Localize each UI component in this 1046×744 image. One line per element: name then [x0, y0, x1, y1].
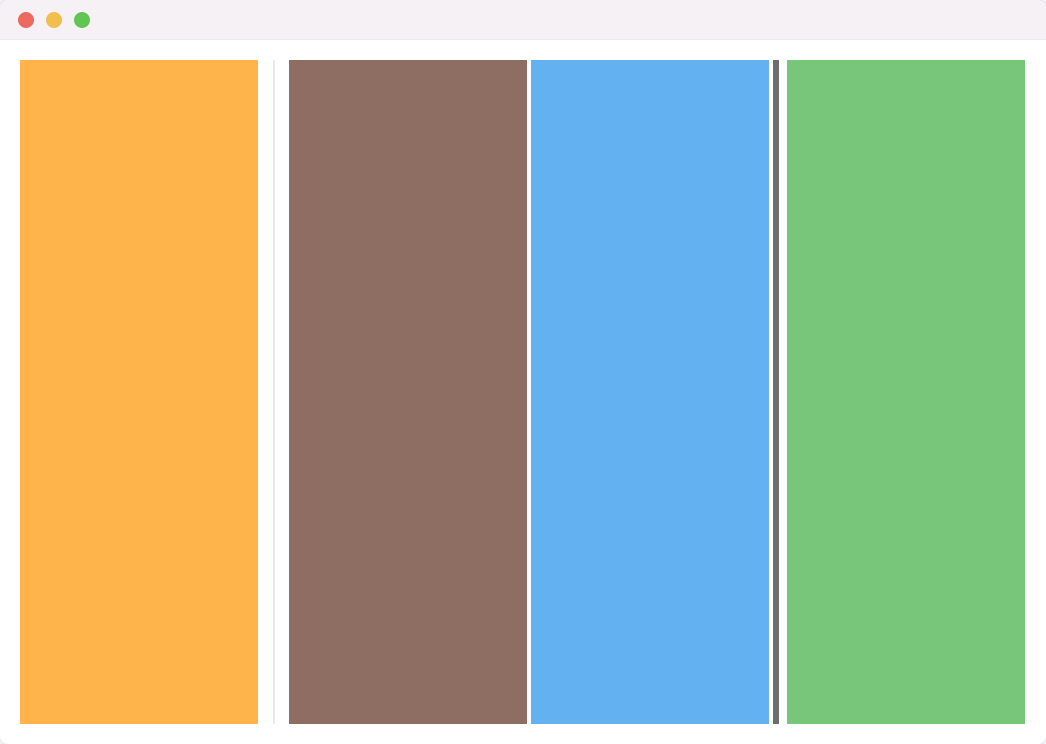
zoom-icon[interactable] — [74, 12, 90, 28]
gap-1-left — [258, 60, 272, 724]
gap-1-right — [275, 60, 289, 724]
pane-4[interactable] — [787, 60, 1025, 724]
pane-2[interactable] — [289, 60, 527, 724]
split-container — [0, 40, 1046, 744]
close-icon[interactable] — [18, 12, 34, 28]
pane-1[interactable] — [20, 60, 258, 724]
gap-3-right — [779, 60, 787, 724]
splitter-1[interactable] — [272, 60, 275, 724]
minimize-icon[interactable] — [46, 12, 62, 28]
titlebar[interactable] — [0, 0, 1046, 40]
pane-3[interactable] — [531, 60, 769, 724]
app-window — [0, 0, 1046, 744]
